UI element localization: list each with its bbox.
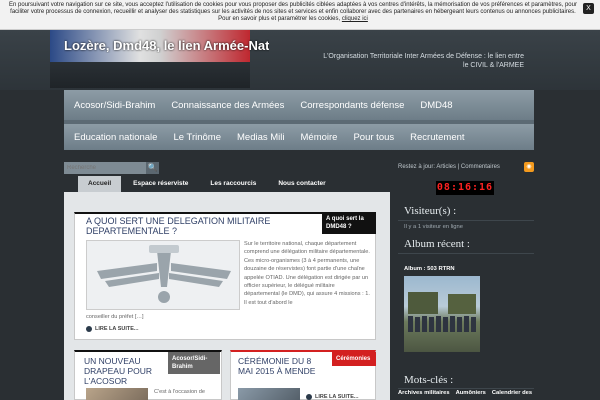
main-nav-row-2: Education nationale Le Trinôme Medias Mi… bbox=[64, 124, 534, 150]
nav-item-connaissance[interactable]: Connaissance des Armées bbox=[171, 100, 284, 111]
cookie-settings-link[interactable]: cliquez ici bbox=[342, 16, 368, 22]
read-more-link[interactable]: LIRE LA SUITE... bbox=[306, 394, 359, 400]
album-caption[interactable]: Album : 503 RTRN bbox=[404, 266, 455, 272]
tags-heading: Mots-clés : bbox=[404, 374, 454, 386]
nav-item-acosor[interactable]: Acosor/Sidi-Brahim bbox=[74, 100, 155, 111]
divider bbox=[398, 388, 534, 389]
page-tabs: Accueil Espace réserviste Les raccourcis… bbox=[78, 176, 336, 192]
visitors-count: Il y a 1 visiteur en ligne bbox=[404, 224, 463, 230]
cookie-banner: En poursuivant votre navigation sur ce s… bbox=[0, 0, 600, 30]
tag-list: Archives militaires Aumôniers Calendrier… bbox=[398, 390, 532, 396]
nav-item-memoire[interactable]: Mémoire bbox=[301, 132, 338, 143]
tag-item[interactable]: Archives militaires bbox=[398, 390, 450, 396]
nav-item-recrutement[interactable]: Recrutement bbox=[410, 132, 464, 143]
nav-item-pour-tous[interactable]: Pour tous bbox=[353, 132, 394, 143]
read-more-link[interactable]: LIRE LA SUITE... bbox=[86, 326, 139, 332]
cookie-text: En poursuivant votre navigation sur ce s… bbox=[9, 2, 577, 22]
tab-contact[interactable]: Nous contacter bbox=[268, 176, 335, 192]
tab-raccourcis[interactable]: Les raccourcis bbox=[200, 176, 266, 192]
post-excerpt: C'est à l'occasion de bbox=[154, 389, 205, 395]
rss-icon[interactable]: ◉ bbox=[524, 162, 534, 172]
tab-accueil[interactable]: Accueil bbox=[78, 176, 122, 192]
album-heading: Album récent : bbox=[404, 238, 470, 250]
nav-item-trinome[interactable]: Le Trinôme bbox=[173, 132, 221, 143]
tab-espace-reserviste[interactable]: Espace réserviste bbox=[123, 176, 198, 192]
post-excerpt-end: conseiller du préfet […] bbox=[86, 314, 144, 320]
read-more-label: LIRE LA SUITE... bbox=[315, 394, 359, 400]
post-title[interactable]: UN NOUVEAU DRAPEAU POUR L'ACOSOR bbox=[84, 356, 168, 386]
search-icon[interactable]: 🔍 bbox=[146, 162, 159, 174]
tag-item[interactable]: Calendrier des bbox=[492, 390, 532, 396]
tag-item[interactable]: Aumôniers bbox=[456, 390, 486, 396]
post-category-badge[interactable]: Acosor/Sidi-Brahim bbox=[168, 352, 220, 374]
post-category-badge[interactable]: Cérémonies bbox=[332, 352, 376, 366]
post-thumbnail[interactable] bbox=[86, 388, 148, 400]
visitors-heading: Visiteur(s) : bbox=[404, 205, 457, 217]
post-image-emblem[interactable] bbox=[86, 240, 240, 310]
banner-shade bbox=[50, 62, 250, 88]
post-category-badge[interactable]: A quoi sert la DMD48 ? bbox=[322, 212, 376, 234]
group-photo-icon bbox=[408, 292, 476, 332]
post-title[interactable]: CÉRÉMONIE DU 8 MAI 2015 À MENDE bbox=[238, 356, 324, 376]
cookie-close-button[interactable]: X bbox=[583, 3, 594, 14]
nav-item-medias[interactable]: Medias Mili bbox=[237, 132, 285, 143]
search-input[interactable] bbox=[64, 162, 146, 174]
divider bbox=[398, 220, 534, 221]
divider bbox=[398, 253, 534, 254]
album-photo[interactable] bbox=[404, 276, 480, 352]
nav-item-correspondants[interactable]: Correspondants défense bbox=[300, 100, 404, 111]
read-more-label: LIRE LA SUITE... bbox=[95, 326, 139, 332]
post-title[interactable]: A QUOI SERT UNE DELEGATION MILITAIRE DEP… bbox=[86, 216, 306, 236]
nav-item-dmd48[interactable]: DMD48 bbox=[420, 100, 452, 111]
main-nav-row-1: Acosor/Sidi-Brahim Connaissance des Armé… bbox=[64, 90, 534, 120]
arrow-icon bbox=[306, 394, 312, 400]
rss-subscribe-text[interactable]: Restez à jour: Articles | Commentaires bbox=[398, 164, 500, 170]
digital-clock: 08:16:16 bbox=[436, 181, 494, 195]
site-title[interactable]: Lozère, Dmd48, le lien Armée-Nation bbox=[64, 38, 269, 53]
site-tagline: L'Organisation Territoriale Inter Armées… bbox=[323, 53, 524, 69]
post-thumbnail[interactable] bbox=[238, 388, 300, 400]
arrow-icon bbox=[86, 326, 92, 332]
post-excerpt: Sur le territoire national, chaque dépar… bbox=[244, 241, 370, 306]
dmd-emblem-icon bbox=[97, 245, 231, 303]
nav-item-education[interactable]: Education nationale bbox=[74, 132, 157, 143]
